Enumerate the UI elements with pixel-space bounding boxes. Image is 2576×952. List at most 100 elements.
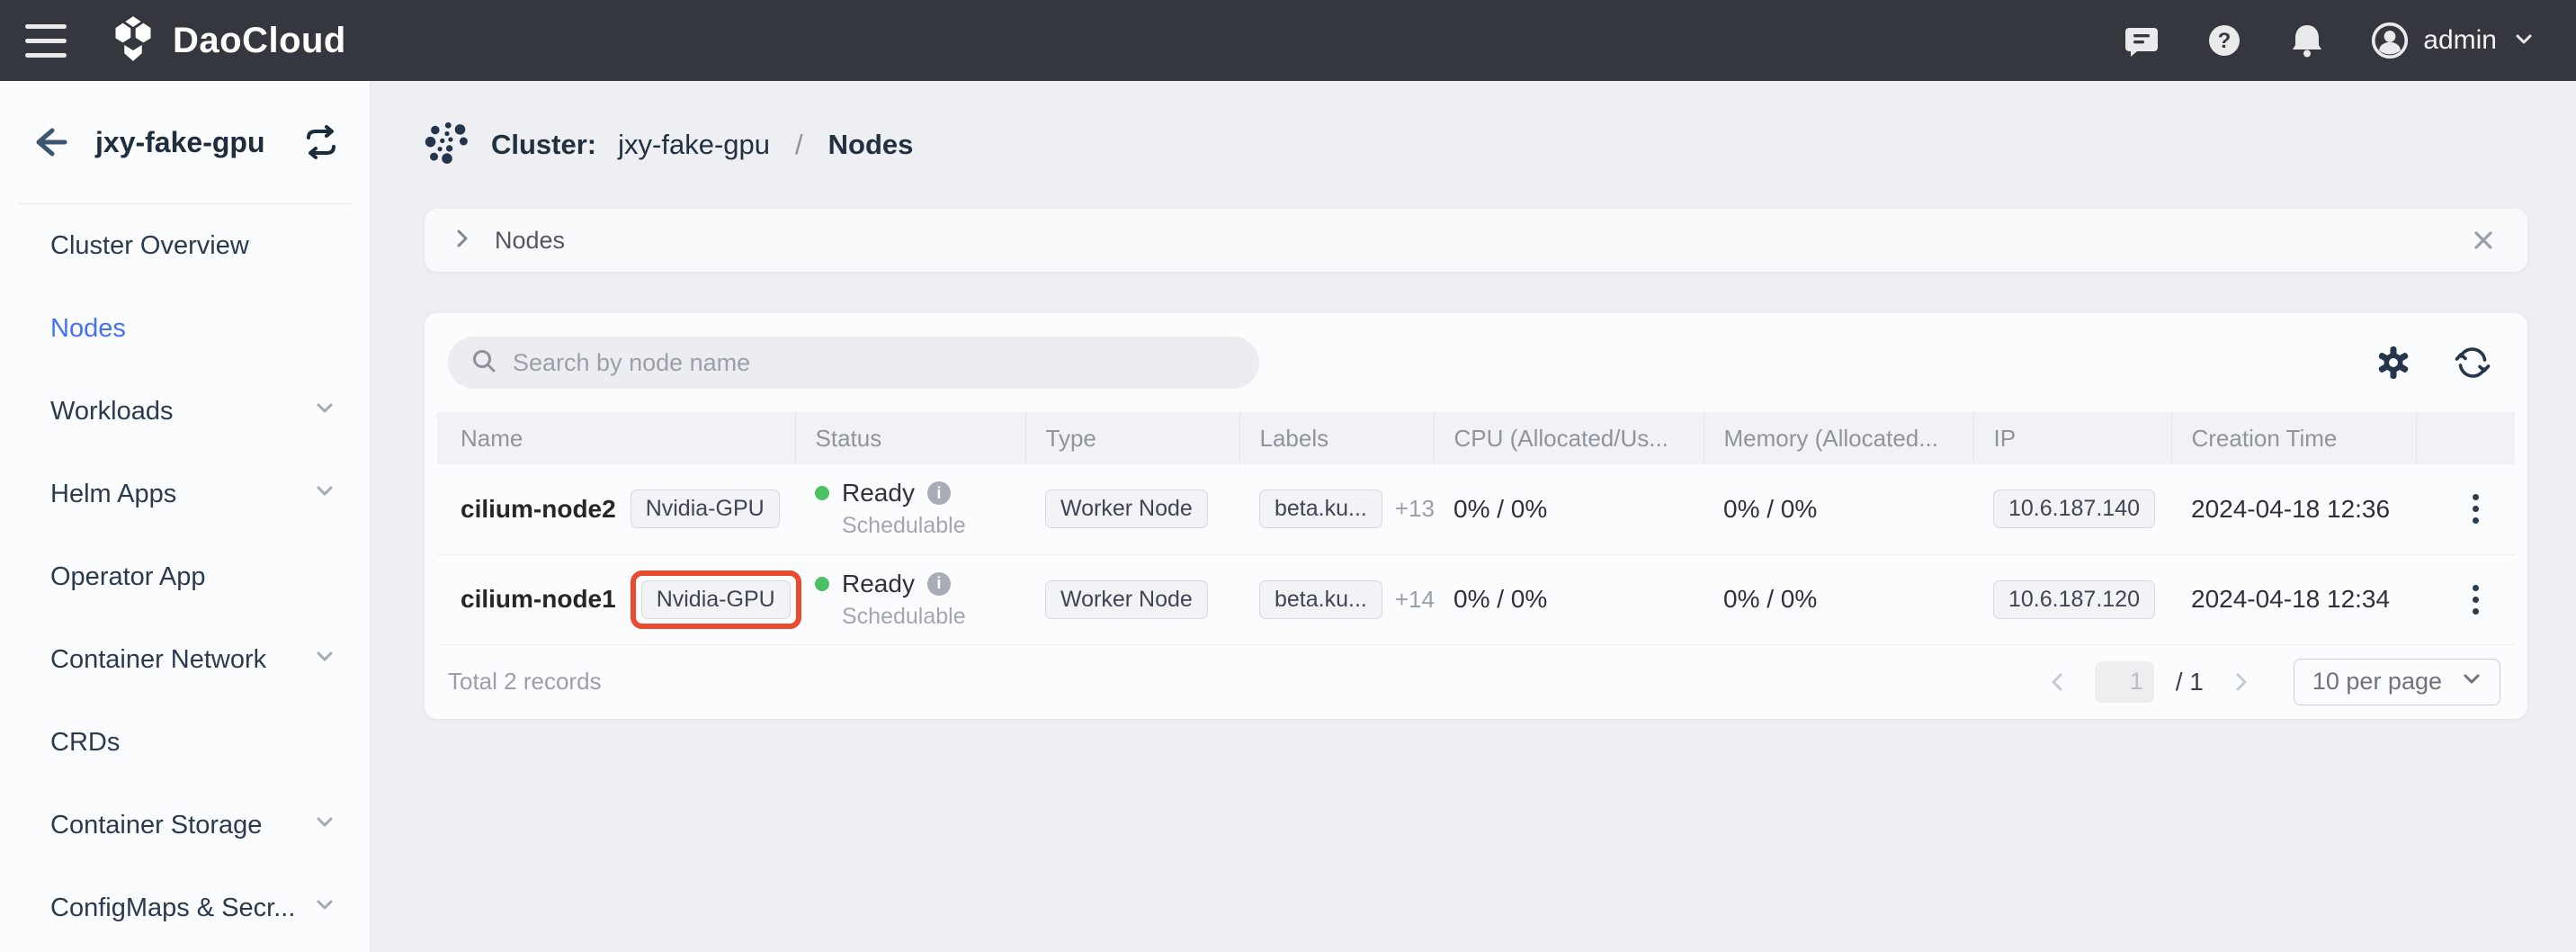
next-page-button[interactable] (2225, 667, 2256, 697)
chevron-down-icon (312, 395, 337, 427)
sidebar: jxy-fake-gpu Cluster Overview Nodes Work… (0, 81, 371, 952)
chevron-right-icon (450, 226, 475, 256)
memory-value: 0% / 0% (1704, 554, 1973, 644)
table-toolbar (437, 337, 2515, 389)
page-size-select[interactable]: 10 per page (2294, 659, 2500, 705)
app-window: DaoCloud ? (0, 0, 2576, 952)
row-actions-button[interactable] (2436, 578, 2515, 622)
refresh-button[interactable] (2454, 344, 2491, 382)
highlight-box: Nvidia-GPU (631, 570, 801, 629)
label-more-count[interactable]: +13 (1395, 495, 1435, 523)
column-header-name: Name (437, 412, 795, 464)
daocloud-logo-icon (110, 15, 157, 67)
cpu-value: 0% / 0% (1434, 464, 1704, 554)
status-text: Ready (842, 479, 915, 507)
column-header-ip: IP (1973, 412, 2171, 464)
table-header-row: Name Status Type Labels CPU (Allocated/U… (437, 412, 2515, 464)
cluster-title: jxy-fake-gpu (95, 126, 303, 159)
column-header-creation-time: Creation Time (2171, 412, 2416, 464)
table-row: cilium-node2 Nvidia-GPU Ready i Schedula… (437, 464, 2515, 554)
creation-time: 2024-04-18 12:36 (2171, 464, 2416, 554)
column-header-type: Type (1025, 412, 1239, 464)
sidebar-item-container-network[interactable]: Container Network (0, 618, 370, 701)
chevron-down-icon (312, 478, 337, 510)
gpu-tag: Nvidia-GPU (631, 489, 780, 528)
username: admin (2423, 25, 2497, 56)
chevron-down-icon (2460, 667, 2483, 696)
close-button[interactable] (2470, 227, 2497, 254)
node-name: cilium-node1 (461, 585, 616, 614)
status-dot (815, 577, 829, 591)
sidebar-item-workloads[interactable]: Workloads (0, 370, 370, 453)
nodes-table: Name Status Type Labels CPU (Allocated/U… (437, 412, 2515, 645)
search-input[interactable] (513, 349, 1238, 377)
info-icon[interactable]: i (927, 481, 951, 505)
column-header-memory: Memory (Allocated... (1704, 412, 1973, 464)
search-icon (470, 346, 498, 380)
prev-page-button[interactable] (2043, 667, 2073, 697)
help-icon[interactable]: ? (2205, 22, 2243, 59)
label-tag[interactable]: beta.ku... (1259, 580, 1382, 619)
sidebar-header: jxy-fake-gpu (0, 81, 370, 203)
brand[interactable]: DaoCloud (110, 15, 346, 67)
chevron-down-icon (312, 643, 337, 676)
back-arrow-button[interactable] (29, 121, 70, 163)
sidebar-item-cluster-overview[interactable]: Cluster Overview (0, 204, 370, 287)
brand-name: DaoCloud (173, 21, 346, 61)
user-menu[interactable]: admin (2371, 22, 2536, 59)
info-icon[interactable]: i (927, 572, 951, 596)
settings-gear-button[interactable] (2375, 344, 2412, 382)
total-records: Total 2 records (448, 668, 602, 696)
table-footer: Total 2 records / 1 10 per page (437, 645, 2515, 719)
chevron-down-icon (312, 809, 337, 841)
sidebar-item-helm-apps[interactable]: Helm Apps (0, 453, 370, 535)
breadcrumb-cluster-name[interactable]: jxy-fake-gpu (618, 129, 770, 161)
sidebar-nav: Cluster Overview Nodes Workloads Helm Ap… (0, 204, 370, 949)
ip-tag: 10.6.187.120 (1993, 580, 2155, 619)
panel-title: Nodes (495, 227, 565, 255)
notification-bell-icon[interactable] (2288, 22, 2326, 59)
label-more-count[interactable]: +14 (1395, 586, 1435, 614)
breadcrumb-current: Nodes (828, 129, 914, 161)
chevron-down-icon (2511, 26, 2536, 56)
pagination: / 1 10 per page (2043, 659, 2500, 705)
nodes-panel-toggle[interactable]: Nodes (425, 209, 2527, 272)
cluster-icon (425, 121, 470, 170)
user-avatar-icon (2371, 22, 2409, 59)
node-name: cilium-node2 (461, 495, 616, 524)
type-tag: Worker Node (1045, 580, 1208, 619)
status-dot (815, 486, 829, 500)
topbar-actions: ? admin (2123, 22, 2536, 59)
message-icon[interactable] (2123, 22, 2160, 59)
type-tag: Worker Node (1045, 489, 1208, 528)
row-actions-button[interactable] (2436, 487, 2515, 531)
gpu-tag: Nvidia-GPU (641, 580, 791, 619)
status-text: Ready (842, 570, 915, 598)
content-area: Cluster: jxy-fake-gpu / Nodes Nodes (371, 81, 2576, 952)
chevron-down-icon (312, 892, 337, 924)
schedulable-text: Schedulable (842, 513, 1025, 539)
page-total: / 1 (2176, 668, 2204, 696)
column-header-status: Status (795, 412, 1025, 464)
breadcrumb-cluster-label: Cluster: (491, 129, 596, 161)
sidebar-item-crds[interactable]: CRDs (0, 701, 370, 784)
sidebar-item-operator-app[interactable]: Operator App (0, 535, 370, 618)
creation-time: 2024-04-18 12:34 (2171, 554, 2416, 644)
cpu-value: 0% / 0% (1434, 554, 1704, 644)
column-header-labels: Labels (1239, 412, 1434, 464)
hamburger-menu-button[interactable] (25, 24, 67, 58)
table-row: cilium-node1 Nvidia-GPU Ready i (437, 554, 2515, 644)
page-input[interactable] (2095, 661, 2154, 703)
sidebar-item-configmaps-secrets[interactable]: ConfigMaps & Secr... (0, 867, 370, 949)
schedulable-text: Schedulable (842, 604, 1025, 630)
ip-tag: 10.6.187.140 (1993, 489, 2155, 528)
label-tag[interactable]: beta.ku... (1259, 489, 1382, 528)
nodes-card: Name Status Type Labels CPU (Allocated/U… (425, 313, 2527, 719)
sidebar-item-container-storage[interactable]: Container Storage (0, 784, 370, 867)
breadcrumb-separator: / (795, 129, 803, 161)
switch-cluster-button[interactable] (303, 124, 339, 160)
sidebar-item-nodes[interactable]: Nodes (0, 287, 370, 370)
svg-text:?: ? (2218, 29, 2232, 53)
topbar: DaoCloud ? (0, 0, 2576, 81)
column-header-cpu: CPU (Allocated/Us... (1434, 412, 1704, 464)
